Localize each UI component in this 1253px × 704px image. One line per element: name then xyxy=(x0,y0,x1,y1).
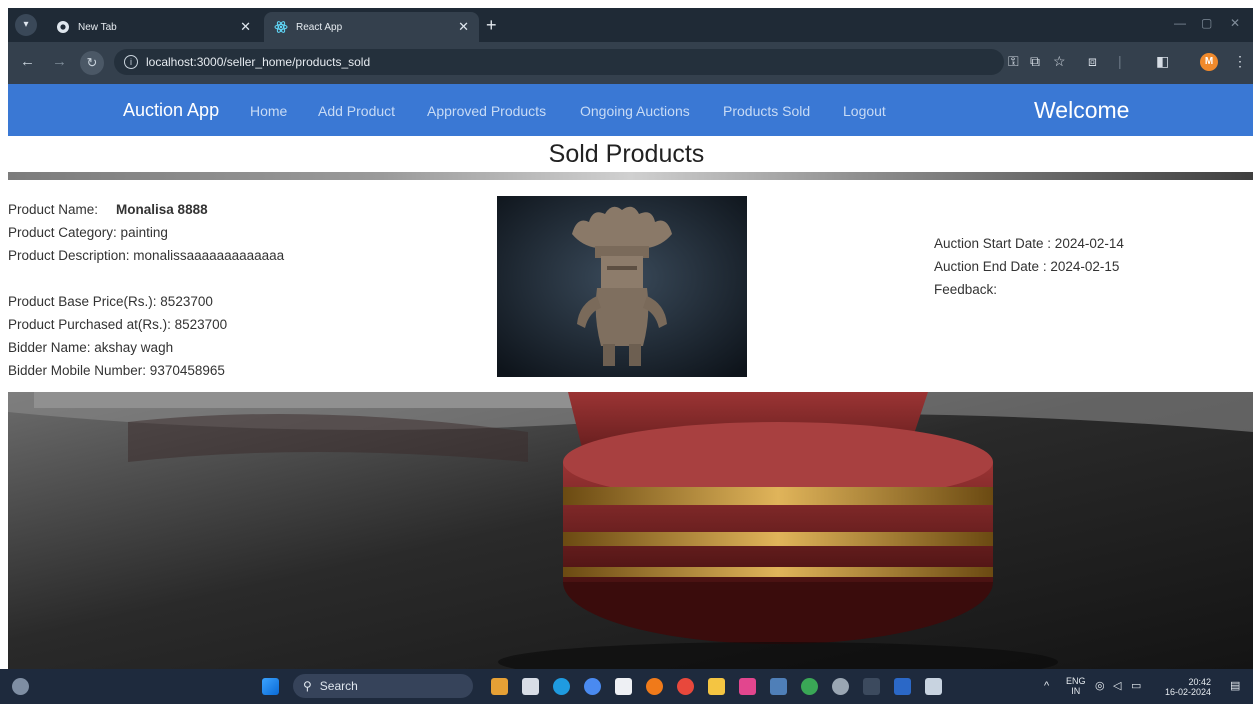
language-code: ENG xyxy=(1066,676,1086,686)
app-icon-6[interactable] xyxy=(925,678,942,695)
minimize-icon[interactable]: — xyxy=(1174,16,1186,30)
browser-toolbar: ← → ↻ i localhost:3000/seller_home/produ… xyxy=(8,42,1253,84)
nav-add-product[interactable]: Add Product xyxy=(318,103,395,119)
file-explorer-icon[interactable] xyxy=(708,678,725,695)
sold-product-card: Product Name: Monalisa 8888 Product Categ… xyxy=(0,180,1253,392)
volume-icon[interactable]: ◁ xyxy=(1113,681,1121,692)
edge-icon[interactable] xyxy=(553,678,570,695)
page-title: Sold Products xyxy=(548,140,705,168)
address-bar[interactable]: i localhost:3000/seller_home/products_so… xyxy=(114,49,1004,75)
site-info-icon[interactable]: i xyxy=(124,55,138,69)
bookmark-star-icon[interactable]: ☆ xyxy=(1053,54,1066,68)
chevron-up-icon[interactable]: ^ xyxy=(1044,681,1049,692)
os-taskbar: ⚲ Search ^ ENG IN ◎ ◁ ▭ 20:42 16-02-2024… xyxy=(0,669,1253,704)
product-name: Monalisa 8888 xyxy=(116,202,208,217)
product-details: Product Name: Monalisa 8888 Product Categ… xyxy=(8,198,284,382)
forward-icon[interactable]: → xyxy=(52,54,67,69)
clock-date: 16-02-2024 xyxy=(1165,687,1212,697)
screen: ▾ New Tab ✕ React App ✕ + — ▢ ✕ ← → ↻ i … xyxy=(0,0,1253,704)
tab-title: New Tab xyxy=(78,21,117,33)
app-navbar: Auction App Home Add Product Approved Pr… xyxy=(8,84,1253,136)
tab-search-icon[interactable]: ▾ xyxy=(15,14,37,36)
tab-new-tab[interactable]: New Tab ✕ xyxy=(46,12,261,42)
brand-link[interactable]: Auction App xyxy=(123,100,219,121)
app-icon-2[interactable] xyxy=(584,678,601,695)
auction-details: Auction Start Date : 2024-02-14 Auction … xyxy=(934,232,1124,301)
nav-logout[interactable]: Logout xyxy=(843,103,886,119)
app-icon-1[interactable] xyxy=(491,678,508,695)
wifi-icon[interactable]: ◎ xyxy=(1095,681,1105,692)
product-name-row: Product Name: Monalisa 8888 xyxy=(8,198,284,221)
nav-ongoing-auctions[interactable]: Ongoing Auctions xyxy=(580,103,690,119)
auction-end-date: Auction End Date : 2024-02-15 xyxy=(934,259,1120,274)
app-icon-5[interactable] xyxy=(801,678,818,695)
search-placeholder: Search xyxy=(319,679,358,693)
bidder-name: Bidder Name: akshay wagh xyxy=(8,340,174,355)
app-icon-4[interactable] xyxy=(770,678,787,695)
product-description: Product Description: monalissaaaaaaaaaaa… xyxy=(8,248,285,263)
close-window-icon[interactable]: ✕ xyxy=(1230,16,1240,30)
browser-tab-bar: ▾ New Tab ✕ React App ✕ + — ▢ ✕ xyxy=(8,8,1253,42)
divider xyxy=(8,172,1253,180)
install-app-icon[interactable]: ⧉ xyxy=(1030,54,1040,68)
back-icon[interactable]: ← xyxy=(20,54,35,69)
gavel-background-image xyxy=(8,392,1253,669)
extensions-icon[interactable]: ⧈ xyxy=(1088,54,1097,68)
close-tab-icon[interactable]: ✕ xyxy=(240,19,251,35)
url-text: localhost:3000/seller_home/products_sold xyxy=(146,55,371,69)
restore-icon[interactable]: ▢ xyxy=(1201,16,1212,30)
react-icon xyxy=(274,20,288,34)
taskbar-search[interactable]: ⚲ Search xyxy=(293,674,473,698)
language-indicator[interactable]: ENG IN xyxy=(1066,676,1086,696)
nav-approved-products[interactable]: Approved Products xyxy=(427,103,546,119)
task-view-icon[interactable] xyxy=(522,678,539,695)
new-tab-button[interactable]: + xyxy=(486,16,497,34)
profile-avatar[interactable]: M xyxy=(1200,53,1218,71)
windows-start-icon[interactable] xyxy=(262,678,279,695)
tab-title: React App xyxy=(296,21,343,33)
system-clock[interactable]: 20:42 16-02-2024 xyxy=(1165,677,1211,697)
store-icon[interactable] xyxy=(615,678,632,695)
firefox-icon[interactable] xyxy=(646,678,663,695)
reload-icon[interactable]: ↻ xyxy=(80,51,104,75)
product-category: Product Category: painting xyxy=(8,225,168,240)
tab-react-app[interactable]: React App ✕ xyxy=(264,12,479,42)
word-icon[interactable] xyxy=(894,678,911,695)
nav-products-sold[interactable]: Products Sold xyxy=(723,103,810,119)
feedback: Feedback: xyxy=(934,282,998,297)
bidder-mobile: Bidder Mobile Number: 9370458965 xyxy=(8,363,225,378)
product-name-label: Product Name: xyxy=(8,202,99,217)
close-tab-icon[interactable]: ✕ xyxy=(458,19,469,35)
chrome-icon xyxy=(56,20,70,34)
product-purchased-price: Product Purchased at(Rs.): 8523700 xyxy=(8,317,228,332)
product-image xyxy=(497,196,747,377)
region-code: IN xyxy=(1071,686,1081,696)
settings-icon[interactable] xyxy=(832,678,849,695)
search-icon: ⚲ xyxy=(303,679,312,693)
notification-icon[interactable]: ▤ xyxy=(1230,681,1240,692)
more-menu-icon[interactable]: ⋮ xyxy=(1233,54,1247,68)
top-strip xyxy=(0,0,1253,8)
app-icon-3[interactable] xyxy=(739,678,756,695)
chrome-taskbar-icon[interactable] xyxy=(677,678,694,695)
key-icon[interactable]: ⚿ xyxy=(1008,54,1019,68)
widgets-icon[interactable] xyxy=(12,678,29,695)
welcome-text: Welcome xyxy=(1034,97,1130,123)
side-panel-icon[interactable]: ◧ xyxy=(1156,54,1169,68)
auction-start-date: Auction Start Date : 2024-02-14 xyxy=(934,236,1124,251)
terminal-icon[interactable] xyxy=(863,678,880,695)
separator-icon: | xyxy=(1118,53,1122,69)
battery-icon[interactable]: ▭ xyxy=(1131,681,1141,692)
nav-home[interactable]: Home xyxy=(250,103,287,119)
product-base-price: Product Base Price(Rs.): 8523700 xyxy=(8,294,213,309)
clock-time: 20:42 xyxy=(1188,677,1212,687)
